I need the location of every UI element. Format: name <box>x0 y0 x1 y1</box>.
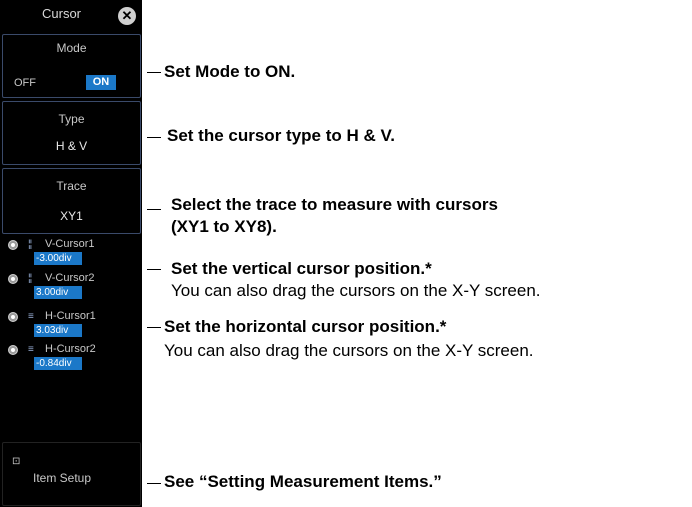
trace-label: Trace <box>56 179 87 193</box>
annotation-vertical: Set the vertical cursor position.* <box>171 259 432 278</box>
radio-icon[interactable] <box>8 240 18 250</box>
type-label: Type <box>58 112 85 126</box>
panel-title: Cursor <box>42 6 82 21</box>
annotation-horizontal-note: You can also drag the cursors on the X-Y… <box>164 341 534 360</box>
cursor-value[interactable]: -3.00div <box>34 252 82 265</box>
cursor-name: H-Cursor2 <box>45 343 96 355</box>
h-cursor-icon: ≡ <box>28 311 34 322</box>
panel-header: Cursor ✕ <box>0 0 142 34</box>
v-cursor-icon: ¦¦ <box>28 273 32 284</box>
v-cursor2-row[interactable]: ¦¦ V-Cursor2 3.00div <box>8 272 138 308</box>
leader-line <box>147 209 161 210</box>
annotation-trace-1: Select the trace to measure with cursors <box>171 195 498 214</box>
radio-icon[interactable] <box>8 312 18 322</box>
leader-line <box>147 327 161 328</box>
annotation-item-setup: See “Setting Measurement Items.” <box>164 472 442 491</box>
annotation-trace-2: (XY1 to XY8). <box>171 217 277 236</box>
cursor-value[interactable]: 3.00div <box>34 286 82 299</box>
radio-icon[interactable] <box>8 345 18 355</box>
mode-off-option[interactable]: OFF <box>14 77 36 89</box>
cursor-name: H-Cursor1 <box>45 310 96 322</box>
h-cursor1-row[interactable]: ≡ H-Cursor1 3.03div <box>8 310 138 346</box>
leader-line <box>147 483 161 484</box>
annotation-mode: Set Mode to ON. <box>164 62 296 81</box>
cursor-name: V-Cursor2 <box>45 272 95 284</box>
radio-icon[interactable] <box>8 274 18 284</box>
item-setup-icon: ⊡ <box>12 456 21 467</box>
h-cursor2-row[interactable]: ≡ H-Cursor2 -0.84div <box>8 343 138 379</box>
type-softkey[interactable]: Type H & V <box>2 101 141 165</box>
h-cursor-icon: ≡ <box>28 344 34 355</box>
annotation-type: Set the cursor type to H & V. <box>167 126 395 145</box>
leader-line <box>147 72 161 73</box>
trace-softkey[interactable]: Trace XY1 <box>2 168 141 234</box>
mode-label: Mode <box>56 41 87 55</box>
item-setup-label: Item Setup <box>33 471 92 485</box>
cursor-menu-panel: Cursor ✕ Mode OFF ON Type H & V Trace XY… <box>0 0 142 507</box>
annotation-vertical-note: You can also drag the cursors on the X-Y… <box>171 281 541 300</box>
cursor-value[interactable]: -0.84div <box>34 357 82 370</box>
mode-on-option[interactable]: ON <box>86 75 116 90</box>
leader-line <box>147 269 161 270</box>
v-cursor-icon: ¦¦ <box>28 239 32 250</box>
v-cursor1-row[interactable]: ¦¦ V-Cursor1 -3.00div <box>8 238 138 274</box>
annotation-horizontal: Set the horizontal cursor position.* <box>164 317 447 336</box>
type-value: H & V <box>55 139 88 153</box>
trace-value: XY1 <box>60 209 83 223</box>
leader-line <box>147 137 161 138</box>
cursor-value[interactable]: 3.03div <box>34 324 82 337</box>
close-icon[interactable]: ✕ <box>118 7 136 25</box>
cursor-name: V-Cursor1 <box>45 238 95 250</box>
